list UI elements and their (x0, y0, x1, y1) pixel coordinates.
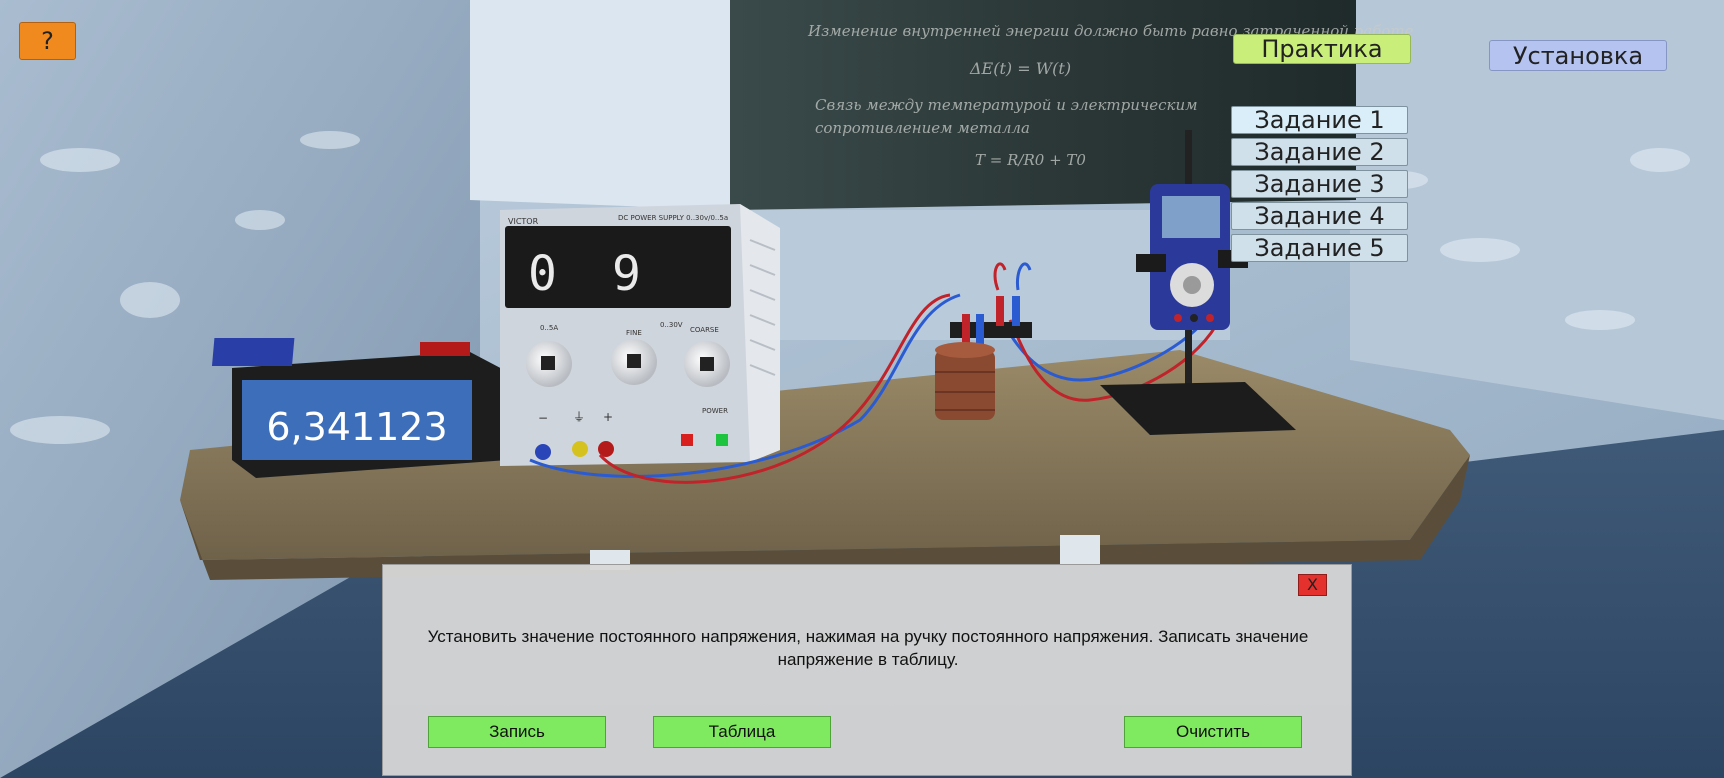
task-5-button[interactable]: Задание 5 (1231, 234, 1408, 262)
psu-power-label: POWER (702, 407, 728, 415)
board-formula-2: T = R/R0 + T0 (975, 151, 1086, 169)
power-on-button[interactable] (716, 434, 728, 446)
psu-knob3-range: 0..30V (660, 321, 683, 329)
task-list: Задание 1 Задание 2 Задание 3 Задание 4 … (1231, 106, 1408, 266)
task-instruction: Установить значение постоянного напряжен… (427, 627, 1309, 669)
practice-mode-button[interactable]: Практика (1233, 34, 1411, 64)
psu-minus-label: − (538, 411, 548, 425)
ground-symbol: ⏚ (573, 410, 585, 424)
help-button[interactable]: ? (19, 22, 76, 60)
psu-model: DC POWER SUPPLY 0..30v/0..5a (618, 214, 728, 222)
setup-mode-button[interactable]: Установка (1489, 40, 1667, 71)
clear-button[interactable]: Очистить (1124, 716, 1302, 748)
board-formula-1: ΔE(t) = W(t) (969, 59, 1071, 78)
psu-knob3-label: COARSE (690, 326, 719, 334)
power-off-button[interactable] (681, 434, 693, 446)
table-button[interactable]: Таблица (653, 716, 831, 748)
psu-display-right: 9 (612, 246, 641, 302)
psu-knob2-label: FINE (626, 329, 642, 337)
record-button[interactable]: Запись (428, 716, 606, 748)
task-1-button[interactable]: Задание 1 (1231, 106, 1408, 134)
power-supply: VICTOR DC POWER SUPPLY 0..30v/0..5a 0 9 … (500, 204, 780, 466)
task-3-button[interactable]: Задание 3 (1231, 170, 1408, 198)
board-line-3: сопротивлением металла (815, 119, 1030, 137)
task-2-button[interactable]: Задание 2 (1231, 138, 1408, 166)
psu-plus-label: + (603, 410, 613, 424)
meter-reading: 6,341123 (266, 405, 447, 449)
psu-knob1-label: 0..5A (540, 324, 558, 332)
task-4-button[interactable]: Задание 4 (1231, 202, 1408, 230)
psu-brand: VICTOR (508, 217, 539, 226)
task-dialog: X Установить значение постоянного напряж… (382, 564, 1352, 776)
board-line-2: Связь между температурой и электрическим (815, 96, 1198, 114)
copper-coil (935, 342, 995, 420)
psu-display-left: 0 (528, 246, 557, 302)
close-dialog-button[interactable]: X (1298, 574, 1327, 596)
